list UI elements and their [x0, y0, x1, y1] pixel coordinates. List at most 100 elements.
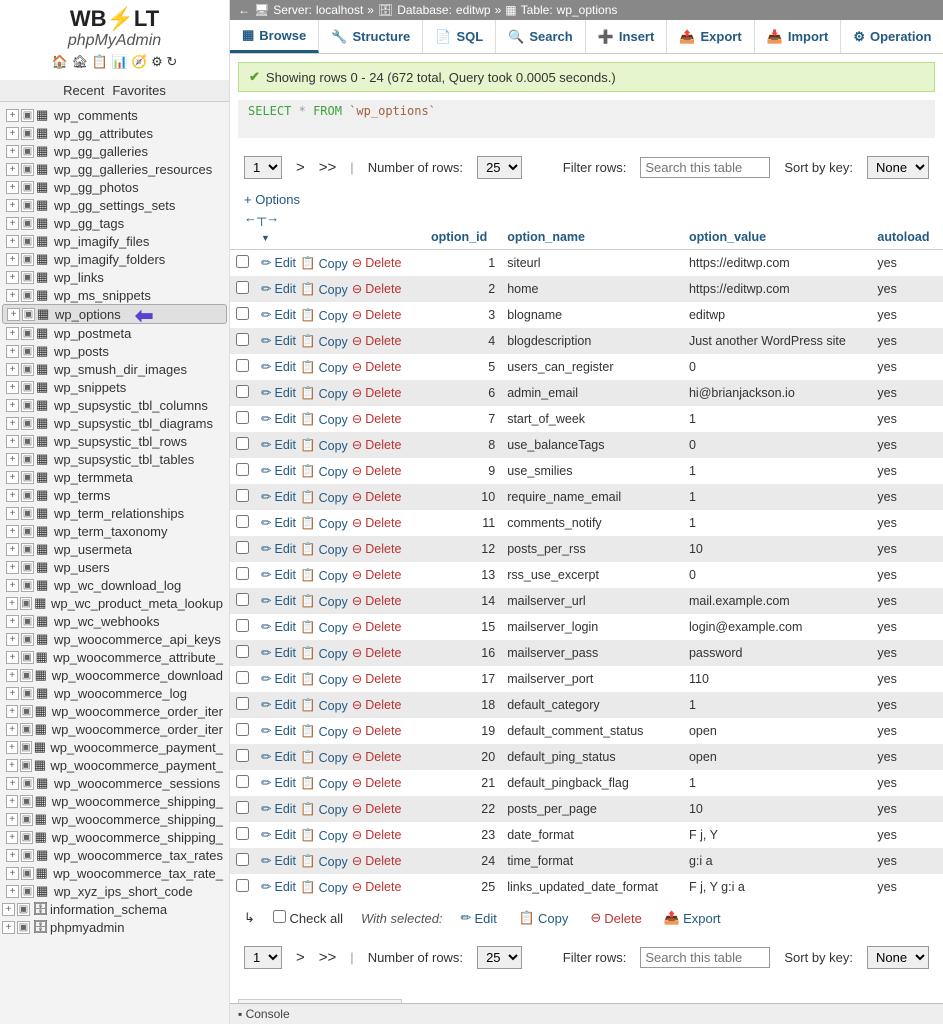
tab-insert[interactable]: ➕Insert: [586, 20, 668, 53]
row-checkbox[interactable]: [236, 385, 249, 398]
tree-table-wp_woocommerce_shipping_[interactable]: +▣▦wp_woocommerce_shipping_: [2, 792, 227, 810]
collapse-icon[interactable]: ▣: [21, 471, 34, 484]
edit-button[interactable]: ✏ Edit: [261, 359, 296, 374]
last-page[interactable]: >>: [319, 159, 337, 176]
expand-icon[interactable]: +: [6, 181, 19, 194]
delete-button[interactable]: ⊖ Delete: [352, 827, 402, 842]
edit-button[interactable]: ✏ Edit: [261, 567, 296, 582]
tree-table-wp_supsystic_tbl_diagrams[interactable]: +▣▦wp_supsystic_tbl_diagrams: [2, 414, 227, 432]
edit-button[interactable]: ✏ Edit: [261, 489, 296, 504]
row-checkbox[interactable]: [236, 619, 249, 632]
collapse-icon[interactable]: ▣: [21, 525, 34, 538]
edit-button[interactable]: ✏ Edit: [261, 515, 296, 530]
collapse-icon[interactable]: ▣: [21, 489, 34, 502]
expand-icon[interactable]: +: [7, 308, 20, 321]
row-checkbox[interactable]: [236, 515, 249, 528]
tree-table-wp_options[interactable]: +▣▦wp_options⬅: [2, 304, 227, 324]
expand-icon[interactable]: +: [6, 741, 18, 754]
delete-button[interactable]: ⊖ Delete: [352, 593, 402, 608]
expand-icon[interactable]: +: [6, 489, 19, 502]
edit-button[interactable]: ✏ Edit: [261, 385, 296, 400]
copy-button[interactable]: 📋 Copy: [300, 854, 348, 869]
expand-icon[interactable]: +: [6, 777, 19, 790]
edit-button[interactable]: ✏ Edit: [261, 281, 296, 296]
tree-table-wp_woocommerce_payment_[interactable]: +▣▦wp_woocommerce_payment_: [2, 738, 227, 756]
tree-table-wp_postmeta[interactable]: +▣▦wp_postmeta: [2, 324, 227, 342]
edit-button[interactable]: ✏ Edit: [261, 697, 296, 712]
collapse-icon[interactable]: ▣: [21, 687, 34, 700]
row-checkbox[interactable]: [236, 437, 249, 450]
tree-table-wp_imagify_files[interactable]: +▣▦wp_imagify_files: [2, 232, 227, 250]
tree-table-wp_supsystic_tbl_tables[interactable]: +▣▦wp_supsystic_tbl_tables: [2, 450, 227, 468]
collapse-icon[interactable]: ▣: [20, 759, 32, 772]
tree-table-wp_wc_download_log[interactable]: +▣▦wp_wc_download_log: [2, 576, 227, 594]
tree-table-wp_woocommerce_log[interactable]: +▣▦wp_woocommerce_log: [2, 684, 227, 702]
collapse-icon[interactable]: ▣: [20, 669, 32, 682]
collapse-icon[interactable]: ▣: [21, 867, 34, 880]
copy-button[interactable]: 📋 Copy: [300, 568, 348, 583]
row-checkbox[interactable]: [236, 827, 249, 840]
delete-button[interactable]: ⊖ Delete: [352, 489, 402, 504]
tree-table-wp_posts[interactable]: +▣▦wp_posts: [2, 342, 227, 360]
collapse-icon[interactable]: ▣: [21, 651, 34, 664]
expand-icon[interactable]: +: [6, 417, 19, 430]
tree-table-wp_woocommerce_shipping_[interactable]: +▣▦wp_woocommerce_shipping_: [2, 810, 227, 828]
collapse-icon[interactable]: ▣: [21, 271, 34, 284]
row-checkbox[interactable]: [236, 463, 249, 476]
collapse-icon[interactable]: ▣: [20, 813, 32, 826]
edit-button[interactable]: ✏ Edit: [261, 333, 296, 348]
tree-table-wp_gg_settings_sets[interactable]: +▣▦wp_gg_settings_sets: [2, 196, 227, 214]
delete-button[interactable]: ⊖ Delete: [352, 515, 402, 530]
collapse-icon[interactable]: ▣: [21, 777, 34, 790]
edit-button[interactable]: ✏ Edit: [261, 853, 296, 868]
row-checkbox[interactable]: [236, 489, 249, 502]
col-option-value[interactable]: option_value: [683, 225, 871, 250]
bulk-delete[interactable]: ⊖ Delete: [590, 910, 641, 926]
copy-button[interactable]: 📋 Copy: [300, 386, 348, 401]
delete-button[interactable]: ⊖ Delete: [352, 307, 402, 322]
bulk-copy[interactable]: 📋 Copy: [519, 910, 569, 926]
copy-button[interactable]: 📋 Copy: [300, 724, 348, 739]
expand-icon[interactable]: +: [6, 163, 19, 176]
row-checkbox[interactable]: [236, 411, 249, 424]
expand-icon[interactable]: +: [6, 597, 18, 610]
sidebar-tab-favorites[interactable]: Favorites: [112, 83, 165, 98]
collapse-icon[interactable]: ▣: [20, 723, 32, 736]
next-page[interactable]: >: [296, 159, 305, 176]
collapse-icon[interactable]: ▣: [21, 561, 34, 574]
edit-button[interactable]: ✏ Edit: [261, 749, 296, 764]
edit-button[interactable]: ✏ Edit: [261, 645, 296, 660]
tree-table-wp_wc_product_meta_lookup[interactable]: +▣▦wp_wc_product_meta_lookup: [2, 594, 227, 612]
copy-button[interactable]: 📋 Copy: [300, 594, 348, 609]
collapse-icon[interactable]: ▣: [20, 705, 32, 718]
collapse-icon[interactable]: ▣: [21, 345, 34, 358]
bulk-export[interactable]: 📤 Export: [664, 910, 721, 926]
expand-icon[interactable]: +: [6, 381, 19, 394]
tree-table-wp_users[interactable]: +▣▦wp_users: [2, 558, 227, 576]
expand-icon[interactable]: +: [6, 271, 19, 284]
expand-icon[interactable]: +: [6, 561, 19, 574]
copy-button[interactable]: 📋 Copy: [300, 620, 348, 635]
collapse-icon[interactable]: ▣: [21, 163, 34, 176]
copy-button[interactable]: 📋 Copy: [300, 360, 348, 375]
expand-icon[interactable]: +: [6, 327, 19, 340]
tree-table-wp_woocommerce_sessions[interactable]: +▣▦wp_woocommerce_sessions: [2, 774, 227, 792]
last-page-bottom[interactable]: >>: [319, 949, 337, 966]
row-checkbox[interactable]: [236, 671, 249, 684]
check-all[interactable]: [273, 910, 286, 923]
edit-button[interactable]: ✏ Edit: [261, 307, 296, 322]
copy-button[interactable]: 📋 Copy: [300, 464, 348, 479]
copy-button[interactable]: 📋 Copy: [300, 334, 348, 349]
copy-button[interactable]: 📋 Copy: [300, 516, 348, 531]
collapse-icon[interactable]: ▣: [21, 615, 34, 628]
row-checkbox[interactable]: [236, 541, 249, 554]
expand-icon[interactable]: +: [6, 615, 19, 628]
expand-icon[interactable]: +: [6, 831, 18, 844]
back-icon[interactable]: ←: [238, 3, 250, 17]
copy-button[interactable]: 📋 Copy: [300, 672, 348, 687]
sort-key-select-bottom[interactable]: None: [867, 946, 929, 969]
tree-table-wp_woocommerce_payment_[interactable]: +▣▦wp_woocommerce_payment_: [2, 756, 227, 774]
tree-table-wp_woocommerce_api_keys[interactable]: +▣▦wp_woocommerce_api_keys: [2, 630, 227, 648]
row-checkbox[interactable]: [236, 593, 249, 606]
delete-button[interactable]: ⊖ Delete: [352, 385, 402, 400]
